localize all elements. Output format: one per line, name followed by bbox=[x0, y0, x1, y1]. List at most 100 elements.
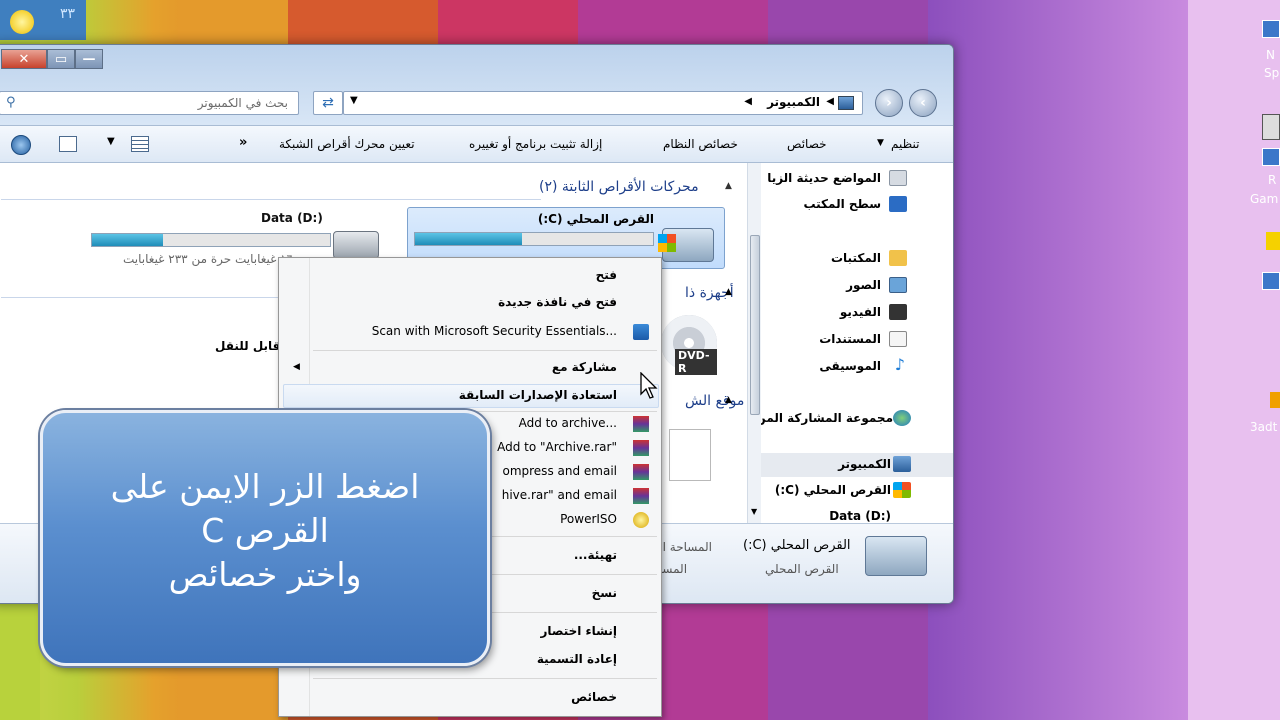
recent-places-icon bbox=[889, 170, 907, 186]
dvd-label: DVD-R bbox=[675, 349, 717, 375]
group-divider bbox=[1, 199, 541, 200]
breadcrumb-computer[interactable]: الكمبيوتر bbox=[767, 95, 820, 109]
collapse-icon[interactable]: ▲ bbox=[725, 395, 732, 405]
close-button[interactable]: ✕ bbox=[1, 49, 47, 69]
system-properties-button[interactable]: خصائص النظام bbox=[663, 137, 738, 151]
search-box[interactable]: ⚲ بحث في الكمبيوتر bbox=[0, 91, 299, 115]
poweriso-icon bbox=[633, 512, 649, 528]
scroll-down-icon[interactable]: ▼ bbox=[751, 507, 757, 516]
hdd-group-header[interactable]: محركات الأقراص الثابتة (٢) bbox=[539, 179, 699, 195]
address-bar[interactable]: ▼ ◀ الكمبيوتر ◀ bbox=[343, 91, 863, 115]
help-icon[interactable] bbox=[11, 135, 31, 155]
refresh-button[interactable]: ⇄ bbox=[313, 91, 343, 115]
music-icon: ♪ bbox=[894, 355, 905, 374]
desktop-stripe bbox=[928, 0, 1188, 720]
menu-open[interactable]: فتح bbox=[596, 268, 617, 282]
forward-button[interactable]: › bbox=[875, 89, 903, 117]
dvd-drive-icon[interactable]: DVD-R bbox=[661, 315, 717, 375]
back-button[interactable]: ‹ bbox=[909, 89, 937, 117]
desktop-label: Gam bbox=[1250, 192, 1279, 206]
drive-c-name: القرص المحلي (C:) bbox=[537, 212, 654, 226]
drive-c-usage-fill bbox=[415, 233, 523, 245]
drive-c-small-icon bbox=[893, 482, 911, 498]
drive-d-free-space: ١٦٠ غيغابايت حرة من ٢٣٣ غيغابايت bbox=[123, 252, 300, 266]
more-commands-button[interactable]: » bbox=[239, 135, 247, 150]
winrar-icon bbox=[633, 440, 649, 456]
winrar-icon bbox=[633, 488, 649, 504]
gadget-digits: ٣٣ bbox=[60, 6, 76, 22]
windows-logo-icon bbox=[658, 234, 676, 252]
callout-line-1: اضغط الزر الايمن على bbox=[110, 467, 420, 506]
shortcut-icon[interactable] bbox=[1262, 114, 1280, 140]
instruction-callout: اضغط الزر الايمن على C القرص واختر خصائص bbox=[40, 410, 490, 666]
details-drive-type: القرص المحلي bbox=[765, 562, 839, 576]
menu-compress-rar-and-email[interactable]: hive.rar" and email bbox=[502, 488, 617, 502]
weather-gadget[interactable]: ٣٣ bbox=[0, 0, 86, 40]
chevron-down-icon[interactable]: ▼ bbox=[107, 136, 115, 147]
collapse-icon[interactable]: ▲ bbox=[725, 181, 732, 191]
network-group-header[interactable]: موقع الش bbox=[685, 393, 744, 409]
nav-homegroup[interactable]: مجموعة المشاركة المن bbox=[761, 411, 893, 425]
game-icon[interactable] bbox=[1266, 232, 1280, 250]
desktop-label: Sp bbox=[1264, 66, 1280, 80]
shortcut-icon[interactable] bbox=[1262, 272, 1280, 290]
nav-local-disk-c[interactable]: القرص المحلي (C:) bbox=[775, 483, 891, 497]
shortcut-icon[interactable] bbox=[1262, 20, 1280, 38]
menu-open-new-window[interactable]: فتح في نافذة جديدة bbox=[498, 295, 617, 309]
menu-properties[interactable]: خصائص bbox=[571, 690, 617, 704]
folder-icon[interactable] bbox=[1270, 392, 1280, 408]
nav-pictures[interactable]: الصور bbox=[846, 278, 881, 292]
winrar-icon bbox=[633, 464, 649, 480]
preview-pane-icon[interactable] bbox=[59, 136, 77, 152]
view-options-icon[interactable] bbox=[131, 136, 149, 152]
menu-poweriso[interactable]: PowerISO bbox=[560, 512, 617, 526]
menu-scan-mse[interactable]: Scan with Microsoft Security Essentials.… bbox=[372, 324, 617, 338]
drive-d-usage-bar bbox=[91, 233, 331, 247]
file-icon[interactable] bbox=[669, 429, 711, 481]
nav-documents[interactable]: المستندات bbox=[819, 332, 881, 346]
collapse-icon[interactable]: ▲ bbox=[725, 287, 732, 297]
map-network-drive-button[interactable]: تعيين محرك أقراص الشبكة bbox=[279, 137, 415, 151]
nav-recent-places[interactable]: المواضع حديثة الزيا bbox=[767, 171, 881, 185]
menu-create-shortcut[interactable]: إنشاء اختصار bbox=[540, 624, 617, 638]
desktop-icon bbox=[889, 196, 907, 212]
menu-format[interactable]: تهيئة... bbox=[574, 548, 617, 562]
menu-share-with[interactable]: مشاركة مع bbox=[552, 360, 617, 374]
minimize-button[interactable]: — bbox=[75, 49, 103, 69]
menu-rename[interactable]: إعادة التسمية bbox=[537, 652, 617, 666]
removable-label: قابل للنقل bbox=[215, 339, 281, 353]
nav-libraries[interactable]: المكتبات bbox=[831, 251, 881, 265]
nav-videos[interactable]: الفيديو bbox=[840, 305, 881, 319]
menu-separator bbox=[313, 678, 657, 679]
hard-drive-icon bbox=[333, 231, 379, 259]
search-placeholder: بحث في الكمبيوتر bbox=[197, 96, 288, 110]
organize-button[interactable]: تنظيم bbox=[891, 137, 919, 151]
nav-music[interactable]: الموسيقى bbox=[819, 359, 881, 373]
menu-add-to-archive[interactable]: Add to archive... bbox=[519, 416, 617, 430]
properties-button[interactable]: خصائص bbox=[787, 137, 827, 151]
details-drive-name: القرص المحلي (C:) bbox=[743, 538, 851, 553]
scrollbar-thumb[interactable] bbox=[750, 235, 760, 415]
menu-copy[interactable]: نسخ bbox=[592, 586, 617, 600]
callout-line-3: واختر خصائص bbox=[168, 555, 362, 594]
computer-icon bbox=[893, 456, 911, 472]
desktop-label: R bbox=[1268, 173, 1277, 187]
menu-separator bbox=[313, 350, 657, 351]
drive-d-usage-fill bbox=[92, 234, 164, 246]
nav-data-d[interactable]: Data (D:) bbox=[829, 509, 891, 523]
menu-add-to-archive-rar[interactable]: Add to "Archive.rar" bbox=[497, 440, 617, 454]
menu-restore-previous-versions[interactable]: استعادة الإصدارات السابقة bbox=[459, 388, 617, 402]
uninstall-program-button[interactable]: إزالة تثبيت برنامج أو تغييره bbox=[469, 137, 602, 151]
main-scrollbar[interactable]: ▼ bbox=[747, 163, 761, 523]
libraries-icon bbox=[889, 250, 907, 266]
chevron-icon: ◀ bbox=[744, 96, 752, 107]
maximize-button[interactable]: ▭ bbox=[47, 49, 75, 69]
nav-desktop[interactable]: سطح المكتب bbox=[803, 197, 881, 211]
hard-drive-icon bbox=[865, 536, 927, 576]
menu-compress-and-email[interactable]: ompress and email bbox=[502, 464, 617, 478]
drive-c-usage-bar bbox=[414, 232, 654, 246]
documents-icon bbox=[889, 331, 907, 347]
shortcut-icon[interactable] bbox=[1262, 148, 1280, 166]
security-essentials-icon bbox=[633, 324, 649, 340]
nav-computer[interactable]: الكمبيوتر bbox=[838, 457, 891, 471]
